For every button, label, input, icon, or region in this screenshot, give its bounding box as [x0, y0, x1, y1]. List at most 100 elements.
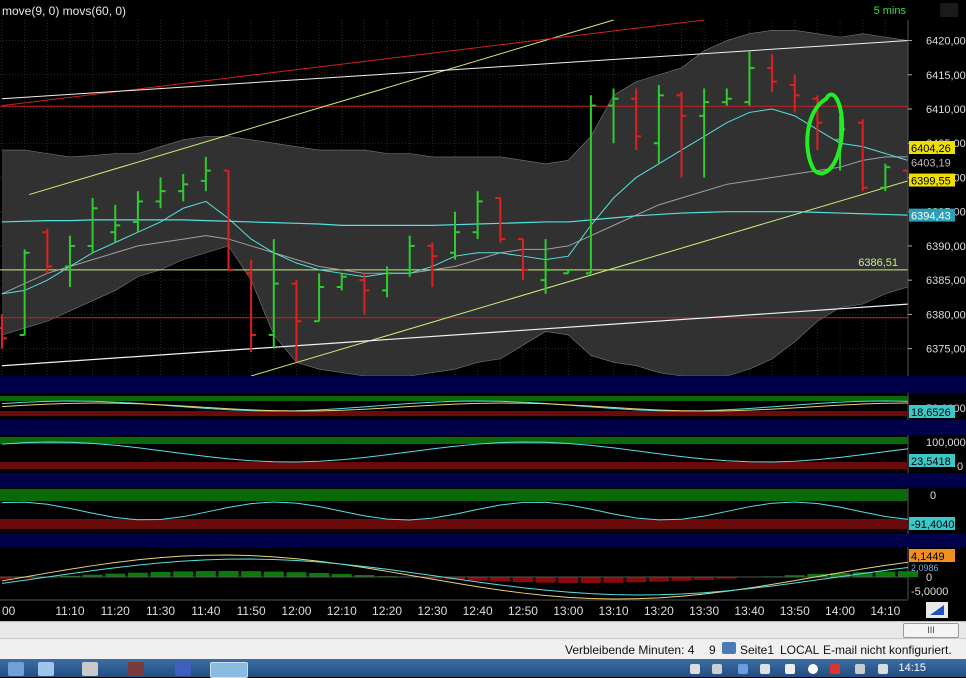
scrollbar-thumb[interactable]: III [903, 623, 959, 638]
timeframe-label[interactable]: 5 mins [874, 5, 906, 17]
indicator-title: move(9, 0) movs(60, 0) [2, 4, 126, 18]
tray-icon[interactable] [690, 664, 700, 674]
status-count: 9 [709, 643, 716, 657]
x-tick-label: 12:00 [281, 604, 311, 618]
histogram-bar [490, 577, 510, 582]
chart-window: 6386,516375,006380,006385,006390,006395,… [0, 0, 966, 677]
indicator-1-value: 18,6526 [911, 407, 951, 419]
window-control-button[interactable] [940, 3, 958, 17]
x-tick-label: 11:20 [101, 604, 130, 618]
histogram-bar [875, 572, 895, 577]
overbought-zone [0, 396, 908, 401]
connection-mode: LOCAL [780, 643, 819, 657]
computer-icon [722, 642, 736, 654]
email-status: E-mail nicht konfiguriert. [823, 643, 952, 657]
x-tick-label: 12:30 [417, 604, 447, 618]
tray-icon[interactable] [808, 664, 818, 674]
x-tick-label: 14:00 [825, 604, 855, 618]
horizontal-scrollbar[interactable]: III [0, 621, 966, 639]
panel-separator [0, 376, 966, 393]
tray-icon[interactable] [712, 664, 722, 674]
x-tick-label: 13:50 [780, 604, 810, 618]
y-tick-label: 6410,00 [926, 104, 966, 116]
indicator-4-zero-label: 0 [926, 572, 932, 584]
status-bar: Verbleibende Minuten: 4 9 Seite1 LOCAL E… [0, 638, 966, 660]
tray-icon[interactable] [785, 664, 795, 674]
histogram-bar [264, 572, 284, 577]
price-tag-last: 6399,55 [911, 176, 951, 188]
indicator-3-value: -91,4040 [911, 519, 954, 531]
taskbar-clock[interactable]: 14:15 [898, 662, 926, 674]
windows-taskbar: 14:15 [0, 659, 966, 677]
histogram-bar [309, 573, 329, 577]
x-tick-label: 11:30 [146, 604, 175, 618]
y-tick-label: 6385,00 [926, 275, 966, 287]
x-tick-label: 13:10 [599, 604, 629, 618]
page-indicator: Seite1 [740, 643, 774, 657]
x-tick-label: 00 [2, 604, 16, 618]
tray-icon[interactable] [830, 664, 840, 674]
histogram-bar [649, 577, 669, 582]
histogram-bar [672, 577, 692, 581]
oversold-zone [0, 411, 908, 416]
fs-app-icon[interactable] [128, 662, 144, 676]
histogram-bar [196, 571, 216, 577]
panel-separator [0, 473, 966, 488]
histogram-bar [513, 577, 533, 582]
overbought-zone [0, 437, 908, 444]
indicator-2-zero-label: 0 [957, 461, 963, 473]
price-tag-upper-sub: 6403,19 [911, 157, 951, 169]
indicator-3-top-label: 0 [930, 490, 936, 502]
y-tick-label: 6380,00 [926, 309, 966, 321]
histogram-bar [128, 573, 148, 577]
y-tick-label: 6415,00 [926, 70, 966, 82]
price-tag-ma60: 6394,43 [911, 211, 951, 223]
histogram-bar [581, 577, 601, 583]
chart-canvas[interactable]: 6386,516375,006380,006385,006390,006395,… [0, 0, 966, 621]
tray-icon[interactable] [760, 664, 770, 674]
calculator-icon[interactable] [38, 662, 54, 676]
indicator-4-sub-value: 2,0986 [911, 563, 939, 573]
reference-line-label: 6386,51 [858, 257, 898, 269]
histogram-bar [105, 574, 125, 577]
x-tick-label: 12:50 [508, 604, 538, 618]
x-tick-label: 11:40 [191, 604, 220, 618]
window-app-icon[interactable] [175, 662, 191, 676]
histogram-bar [536, 577, 556, 583]
tray-icon[interactable] [855, 664, 865, 674]
price-tag-upper: 6404,26 [911, 143, 951, 155]
histogram-bar [626, 577, 646, 582]
indicator-2-top-label: 100,0000 [926, 437, 966, 449]
y-tick-label: 6390,00 [926, 241, 966, 253]
oversold-zone [0, 519, 908, 529]
x-tick-label: 12:40 [463, 604, 493, 618]
speaker-icon[interactable] [878, 664, 888, 674]
y-tick-label: 6420,00 [926, 36, 966, 48]
indicator-2-value: 23,5418 [911, 456, 951, 468]
overbought-zone [0, 489, 908, 501]
x-tick-label: 13:40 [734, 604, 764, 618]
x-tick-label: 12:10 [327, 604, 357, 618]
x-tick-label: 12:20 [372, 604, 402, 618]
start-app-icon[interactable] [8, 662, 24, 676]
y-tick-label: 6375,00 [926, 344, 966, 356]
bluetooth-icon[interactable] [738, 664, 748, 674]
panel-separator [0, 420, 966, 435]
tool-icon[interactable] [82, 662, 98, 676]
x-tick-label: 13:00 [553, 604, 583, 618]
chart-title-bar: move(9, 0) movs(60, 0) 5 mins [0, 0, 910, 20]
indicator-4-value: 4,1449 [911, 551, 945, 563]
remaining-minutes-text: Verbleibende Minuten: 4 [565, 643, 694, 657]
histogram-bar [286, 572, 306, 577]
histogram-bar [558, 577, 578, 583]
histogram-bar [173, 571, 193, 577]
histogram-bar [468, 577, 488, 581]
x-tick-label: 13:20 [644, 604, 674, 618]
x-tick-label: 13:30 [689, 604, 719, 618]
histogram-bar [241, 571, 261, 577]
histogram-bar [151, 572, 171, 577]
chart-app-icon[interactable] [210, 662, 248, 678]
histogram-bar [219, 571, 239, 577]
x-tick-label: 11:10 [55, 604, 84, 618]
panel-separator [0, 534, 966, 547]
